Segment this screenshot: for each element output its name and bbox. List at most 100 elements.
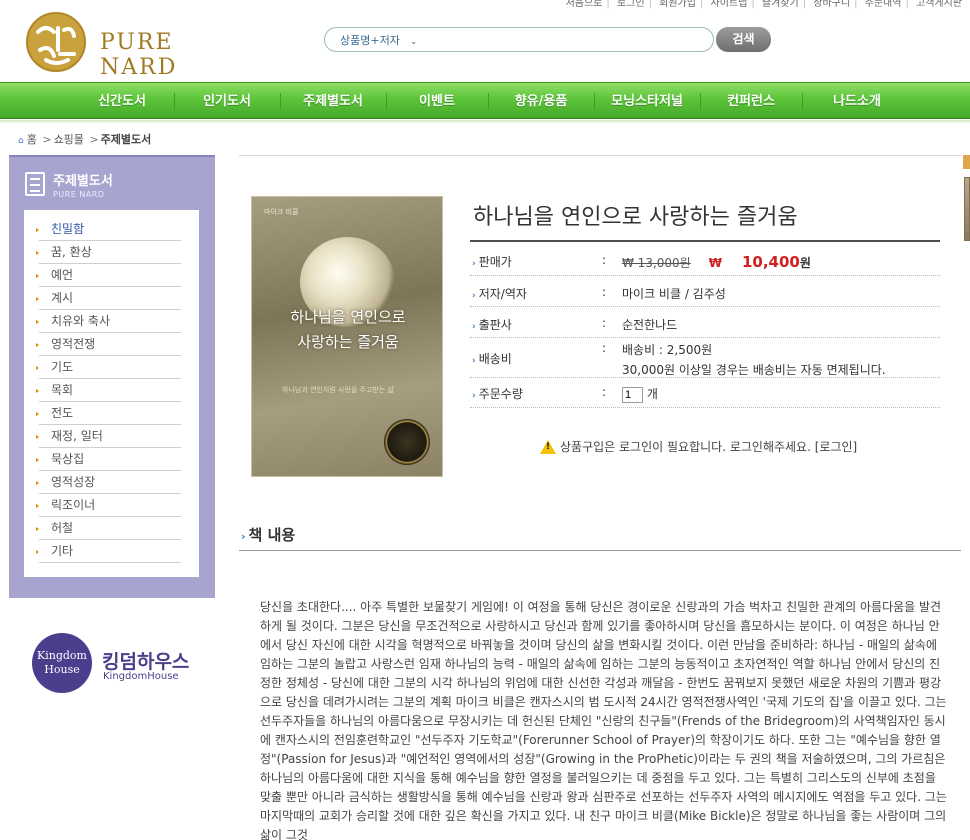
currency-symbol: ₩ xyxy=(708,256,722,270)
search-input[interactable] xyxy=(435,30,705,49)
price-label: 판매가 xyxy=(472,253,512,270)
login-notice: 상품구입은 로그인이 필요합니다. 로그인해주세요. [로그인] xyxy=(540,438,857,455)
price-value: ₩ 13,000원 ₩10,400원 xyxy=(622,253,811,271)
author-label: 저자/역자 xyxy=(472,285,527,302)
category-item-prophecy[interactable]: 예언 xyxy=(36,264,181,287)
search-box: 상품명+저자 ⌄ xyxy=(324,27,714,52)
section-divider xyxy=(239,550,961,551)
utility-links: 처음으로 | 로그인 | 회원가입 | 사이트맵 | 즐겨찾기 | 장바구니 | 주문내역 |… xyxy=(565,0,962,9)
kingdom-house-banner[interactable]: Kingdom House 킹덤하우스 KingdomHouse xyxy=(32,633,192,693)
content-top-divider xyxy=(239,155,961,156)
category-item-heocheol[interactable]: 허철 xyxy=(36,517,181,540)
kingdom-house-name: 킹덤하우스 xyxy=(102,651,190,673)
nav-about[interactable]: 나드소개 xyxy=(803,83,911,120)
cover-author: 마이크 비클 xyxy=(264,208,299,216)
home-icon: ⌂ xyxy=(18,136,24,146)
category-item-spiritual-warfare[interactable]: 영적전쟁 xyxy=(36,333,181,356)
quantity-value: 개 xyxy=(622,385,658,403)
section-title: › 책 내용 xyxy=(241,526,296,544)
site-logo[interactable]: PURE NARD xyxy=(24,10,224,80)
breadcrumb: ⌂ 홈 > 쇼핑몰 > 주제별도서 xyxy=(18,131,151,147)
book-cover-image: 마이크 비클 하나님을 연인으로 사랑하는 즐거움 하나님과 연인처럼 사랑을 주… xyxy=(251,196,443,477)
login-notice-text[interactable]: 상품구입은 로그인이 필요합니다. 로그인해주세요. [로그인] xyxy=(560,440,857,454)
row-divider xyxy=(470,407,940,408)
publisher-value: 순전한나드 xyxy=(622,318,678,332)
category-list: 친밀함 꿈, 환상 예언 계시 치유와 축사 영적전쟁 기도 목회 전도 재정,… xyxy=(24,210,199,577)
category-item-etc[interactable]: 기타 xyxy=(36,540,181,563)
colon: : xyxy=(602,253,607,267)
breadcrumb-shop[interactable]: 쇼핑몰 xyxy=(54,133,84,146)
util-link-bookmark[interactable]: 즐겨찾기 xyxy=(762,0,799,9)
author-value: 마이크 비클 / 김주성 xyxy=(622,287,726,301)
category-item-finance[interactable]: 재정, 일터 xyxy=(36,425,181,448)
util-link-board[interactable]: 고객게시판 xyxy=(916,0,962,9)
quick-thumbnail xyxy=(964,177,970,241)
logo-text: PURE NARD xyxy=(100,30,178,80)
shipping-value: 배송비 : 2,500원 xyxy=(622,343,713,357)
list-price: ₩ 13,000원 xyxy=(622,256,691,270)
sidebar-title: 주제별도서 xyxy=(53,174,113,189)
category-item-healing[interactable]: 치유와 축사 xyxy=(36,310,181,333)
quantity-label: 주문수량 xyxy=(472,385,523,402)
quick-banner[interactable] xyxy=(963,155,970,243)
cover-seal-icon xyxy=(384,419,430,465)
row-divider xyxy=(470,377,940,378)
colon: : xyxy=(602,385,607,399)
shipping-label: 배송비 xyxy=(472,350,512,367)
price-unit: 원 xyxy=(799,256,811,270)
chevron-right-icon: > xyxy=(42,133,52,146)
category-item-rick-joyner[interactable]: 릭조이너 xyxy=(36,494,181,517)
util-link-home[interactable]: 처음으로 xyxy=(566,0,603,9)
nav-shadow xyxy=(0,120,970,124)
quick-tab xyxy=(963,155,970,169)
category-item-prayer[interactable]: 기도 xyxy=(36,356,181,379)
quantity-input[interactable] xyxy=(622,386,643,403)
title-divider xyxy=(470,240,940,242)
nav-popular-books[interactable]: 인기도서 xyxy=(175,83,279,120)
chevron-right-icon: > xyxy=(89,133,99,146)
util-link-cart[interactable]: 장바구니 xyxy=(813,0,850,9)
nav-morningstar-journal[interactable]: 모닝스타저널 xyxy=(595,83,699,120)
warning-icon xyxy=(540,439,556,454)
publisher-label: 출판사 xyxy=(472,316,512,333)
breadcrumb-current: 주제별도서 xyxy=(100,133,152,146)
row-divider xyxy=(470,306,940,307)
nav-topic-books[interactable]: 주제별도서 xyxy=(281,83,385,120)
colon: : xyxy=(602,285,607,299)
category-item-revelation[interactable]: 계시 xyxy=(36,287,181,310)
nav-new-books[interactable]: 신간도서 xyxy=(70,83,174,120)
colon: : xyxy=(602,341,607,355)
kingdom-house-logo: Kingdom House xyxy=(32,633,92,693)
sale-price: 10,400 xyxy=(741,253,800,271)
cover-title: 하나님을 연인으로 사랑하는 즐거움 xyxy=(290,308,406,351)
util-link-join[interactable]: 회원가입 xyxy=(659,0,696,9)
category-item-dreams[interactable]: 꿈, 환상 xyxy=(36,241,181,264)
quantity-unit: 개 xyxy=(646,387,658,401)
colon: : xyxy=(602,316,607,330)
book-icon xyxy=(25,172,45,196)
util-link-sitemap[interactable]: 사이트맵 xyxy=(711,0,748,9)
kingdom-house-name-en: KingdomHouse xyxy=(103,671,179,682)
category-item-intimacy[interactable]: 친밀함 xyxy=(36,218,181,241)
chevron-down-icon: ⌄ xyxy=(409,37,418,47)
nav-conference[interactable]: 컨퍼런스 xyxy=(701,83,801,120)
util-link-orders[interactable]: 주문내역 xyxy=(865,0,902,9)
nav-perfume-goods[interactable]: 향유/용품 xyxy=(489,83,593,120)
category-item-ministry[interactable]: 목회 xyxy=(36,379,181,402)
search-field-select[interactable]: 상품명+저자 ⌄ xyxy=(340,32,417,48)
chevron-right-icon: › xyxy=(241,530,246,543)
product-title: 하나님을 연인으로 사랑하는 즐거움 xyxy=(473,205,798,230)
sidebar-header: 주제별도서 PURE NARD xyxy=(25,170,205,210)
row-divider xyxy=(470,275,940,276)
util-link-login[interactable]: 로그인 xyxy=(617,0,645,9)
category-item-evangelism[interactable]: 전도 xyxy=(36,402,181,425)
main-nav: 신간도서 인기도서 주제별도서 이벤트 향유/용품 모닝스타저널 컨퍼런스 나드… xyxy=(0,82,970,119)
search-button[interactable]: 검색 xyxy=(716,27,771,52)
breadcrumb-home[interactable]: 홈 xyxy=(27,133,37,146)
sidebar-subtitle: PURE NARD xyxy=(53,190,105,199)
shipping-note: 30,000원 이상일 경우는 배송비는 자동 면제됩니다. xyxy=(622,363,886,377)
nav-events[interactable]: 이벤트 xyxy=(387,83,487,120)
logo-mark-icon xyxy=(26,12,86,72)
category-item-growth[interactable]: 영적성장 xyxy=(36,471,181,494)
category-item-devotional[interactable]: 묵상집 xyxy=(36,448,181,471)
